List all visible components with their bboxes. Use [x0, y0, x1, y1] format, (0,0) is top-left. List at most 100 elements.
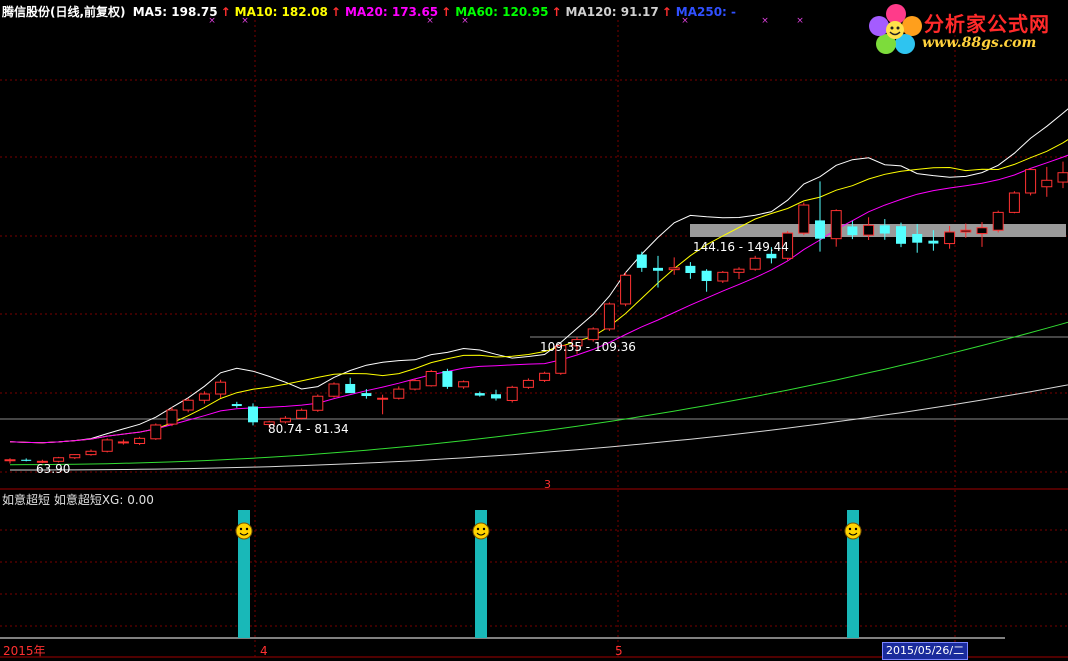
candle-body	[198, 393, 210, 401]
candle-body	[312, 395, 324, 411]
chart-header: 腾信股份(日线,前复权) MA5: 198.75 ↑ MA10: 182.08 ↑ MA…	[2, 3, 742, 20]
price-label: 109.35 - 109.36	[540, 340, 636, 354]
price-label: 63.90	[36, 462, 70, 476]
candle-body	[1025, 169, 1037, 194]
candle-body	[847, 226, 858, 236]
candle-body	[653, 267, 663, 271]
candle-body	[328, 383, 340, 397]
axis-label: 2015年	[3, 644, 46, 658]
candle-body	[231, 404, 242, 407]
cursor-date-tag: 2015/05/26/二	[882, 642, 969, 660]
candle-body	[21, 459, 32, 461]
candle-body	[506, 386, 518, 401]
candle-body	[425, 370, 437, 387]
smiley-icon	[235, 522, 253, 540]
candle-body	[539, 372, 551, 381]
candle-body	[522, 379, 534, 388]
ma-legend-item: MA250: -	[675, 5, 737, 19]
smiley-eye	[476, 527, 480, 531]
candle-body	[53, 457, 65, 462]
candle-body	[815, 220, 825, 239]
smiley-eye	[854, 527, 858, 531]
candle-body	[668, 267, 680, 271]
candle-body	[960, 229, 972, 233]
candle-body	[296, 409, 308, 419]
candle-body	[587, 328, 599, 341]
ma-legend-item: MA60: 120.95	[455, 5, 549, 19]
smiley-eye	[848, 527, 852, 531]
candle-body	[717, 271, 729, 282]
candle-body	[134, 437, 146, 444]
candle-body	[798, 204, 810, 234]
candle-body	[491, 394, 501, 399]
candle-body	[1057, 172, 1068, 183]
candle-body	[944, 231, 956, 245]
ma10-line	[9, 139, 1068, 444]
candle-body	[458, 381, 470, 388]
ma60-line	[9, 321, 1068, 466]
candle-body	[863, 224, 875, 236]
candle-body	[992, 211, 1004, 231]
marker-label: 3	[544, 478, 551, 491]
candle-body	[409, 380, 421, 390]
smiley-icon	[844, 522, 862, 540]
candle-body	[345, 383, 356, 394]
ma-legend-item: MA10: 182.08	[234, 5, 328, 19]
kline-chart[interactable]: 63.90 80.74 - 81.34 109.35 - 109.36 144.16 …	[0, 0, 1068, 661]
ma-arrow: ↑	[441, 5, 452, 19]
stock-title: 腾信股份(日线,前复权)	[2, 5, 126, 19]
candle-body	[976, 227, 988, 235]
candle-body	[117, 441, 129, 444]
candle-body	[620, 274, 632, 305]
signal-marker: ×	[761, 16, 769, 26]
candle-body	[896, 226, 906, 244]
candle-body	[442, 371, 453, 387]
candle-body	[361, 393, 372, 397]
smiley-eye	[245, 527, 249, 531]
ma5-line	[9, 108, 1068, 444]
ma-arrow: ↑	[220, 5, 231, 19]
candle-body	[1041, 179, 1053, 188]
resistance-band	[690, 224, 1066, 237]
candle-body	[636, 254, 647, 268]
ma20-line	[9, 154, 1068, 444]
ma-legend: MA5: 198.75 ↑ MA10: 182.08 ↑ MA20: 173.65 ↑ MA…	[133, 5, 739, 19]
flower-icon	[869, 4, 922, 54]
candle-body	[830, 210, 842, 240]
price-label: 144.16 - 149.44	[693, 240, 789, 254]
ma-legend-item: MA20: 173.65	[344, 5, 439, 19]
candle-body	[377, 397, 389, 400]
smiley-eye	[482, 527, 486, 531]
candle-body	[4, 459, 16, 462]
candle-body	[101, 439, 113, 452]
candle-body	[393, 388, 405, 399]
logo-title: 分析家公式网	[924, 12, 1050, 36]
candle-body	[69, 454, 81, 459]
ma-arrow: ↑	[661, 5, 672, 19]
candle-body	[766, 253, 777, 259]
ma-legend-item: MA120: 91.17	[565, 5, 659, 19]
candle-body	[474, 393, 485, 396]
candle-body	[749, 257, 761, 270]
logo-url: www.88gs.com	[922, 35, 1037, 51]
indicator-header: 如意超短 如意超短XG: 0.00	[2, 491, 154, 508]
candle-body	[701, 270, 712, 282]
ma-legend-item: MA5: 198.75	[132, 5, 218, 19]
candle-body	[85, 450, 97, 456]
candle-body	[928, 240, 939, 244]
candle-body	[912, 233, 923, 243]
candle-body	[150, 424, 162, 440]
candle-body	[182, 399, 194, 411]
signal-marker: ×	[796, 16, 804, 26]
candle-body	[603, 303, 615, 330]
site-logo: 分析家公式网 www.88gs.com	[868, 2, 1066, 56]
candle-body	[685, 265, 696, 273]
price-label: 80.74 - 81.34	[268, 422, 349, 436]
axis-label: 5	[615, 644, 623, 658]
smiley-icon	[472, 522, 490, 540]
axis-label: 4	[260, 644, 268, 658]
ma-arrow: ↑	[330, 5, 341, 19]
candle-body	[879, 225, 890, 234]
indicator-label: 如意超短 如意超短XG: 0.00	[2, 493, 154, 507]
ma-arrow: ↑	[551, 5, 562, 19]
